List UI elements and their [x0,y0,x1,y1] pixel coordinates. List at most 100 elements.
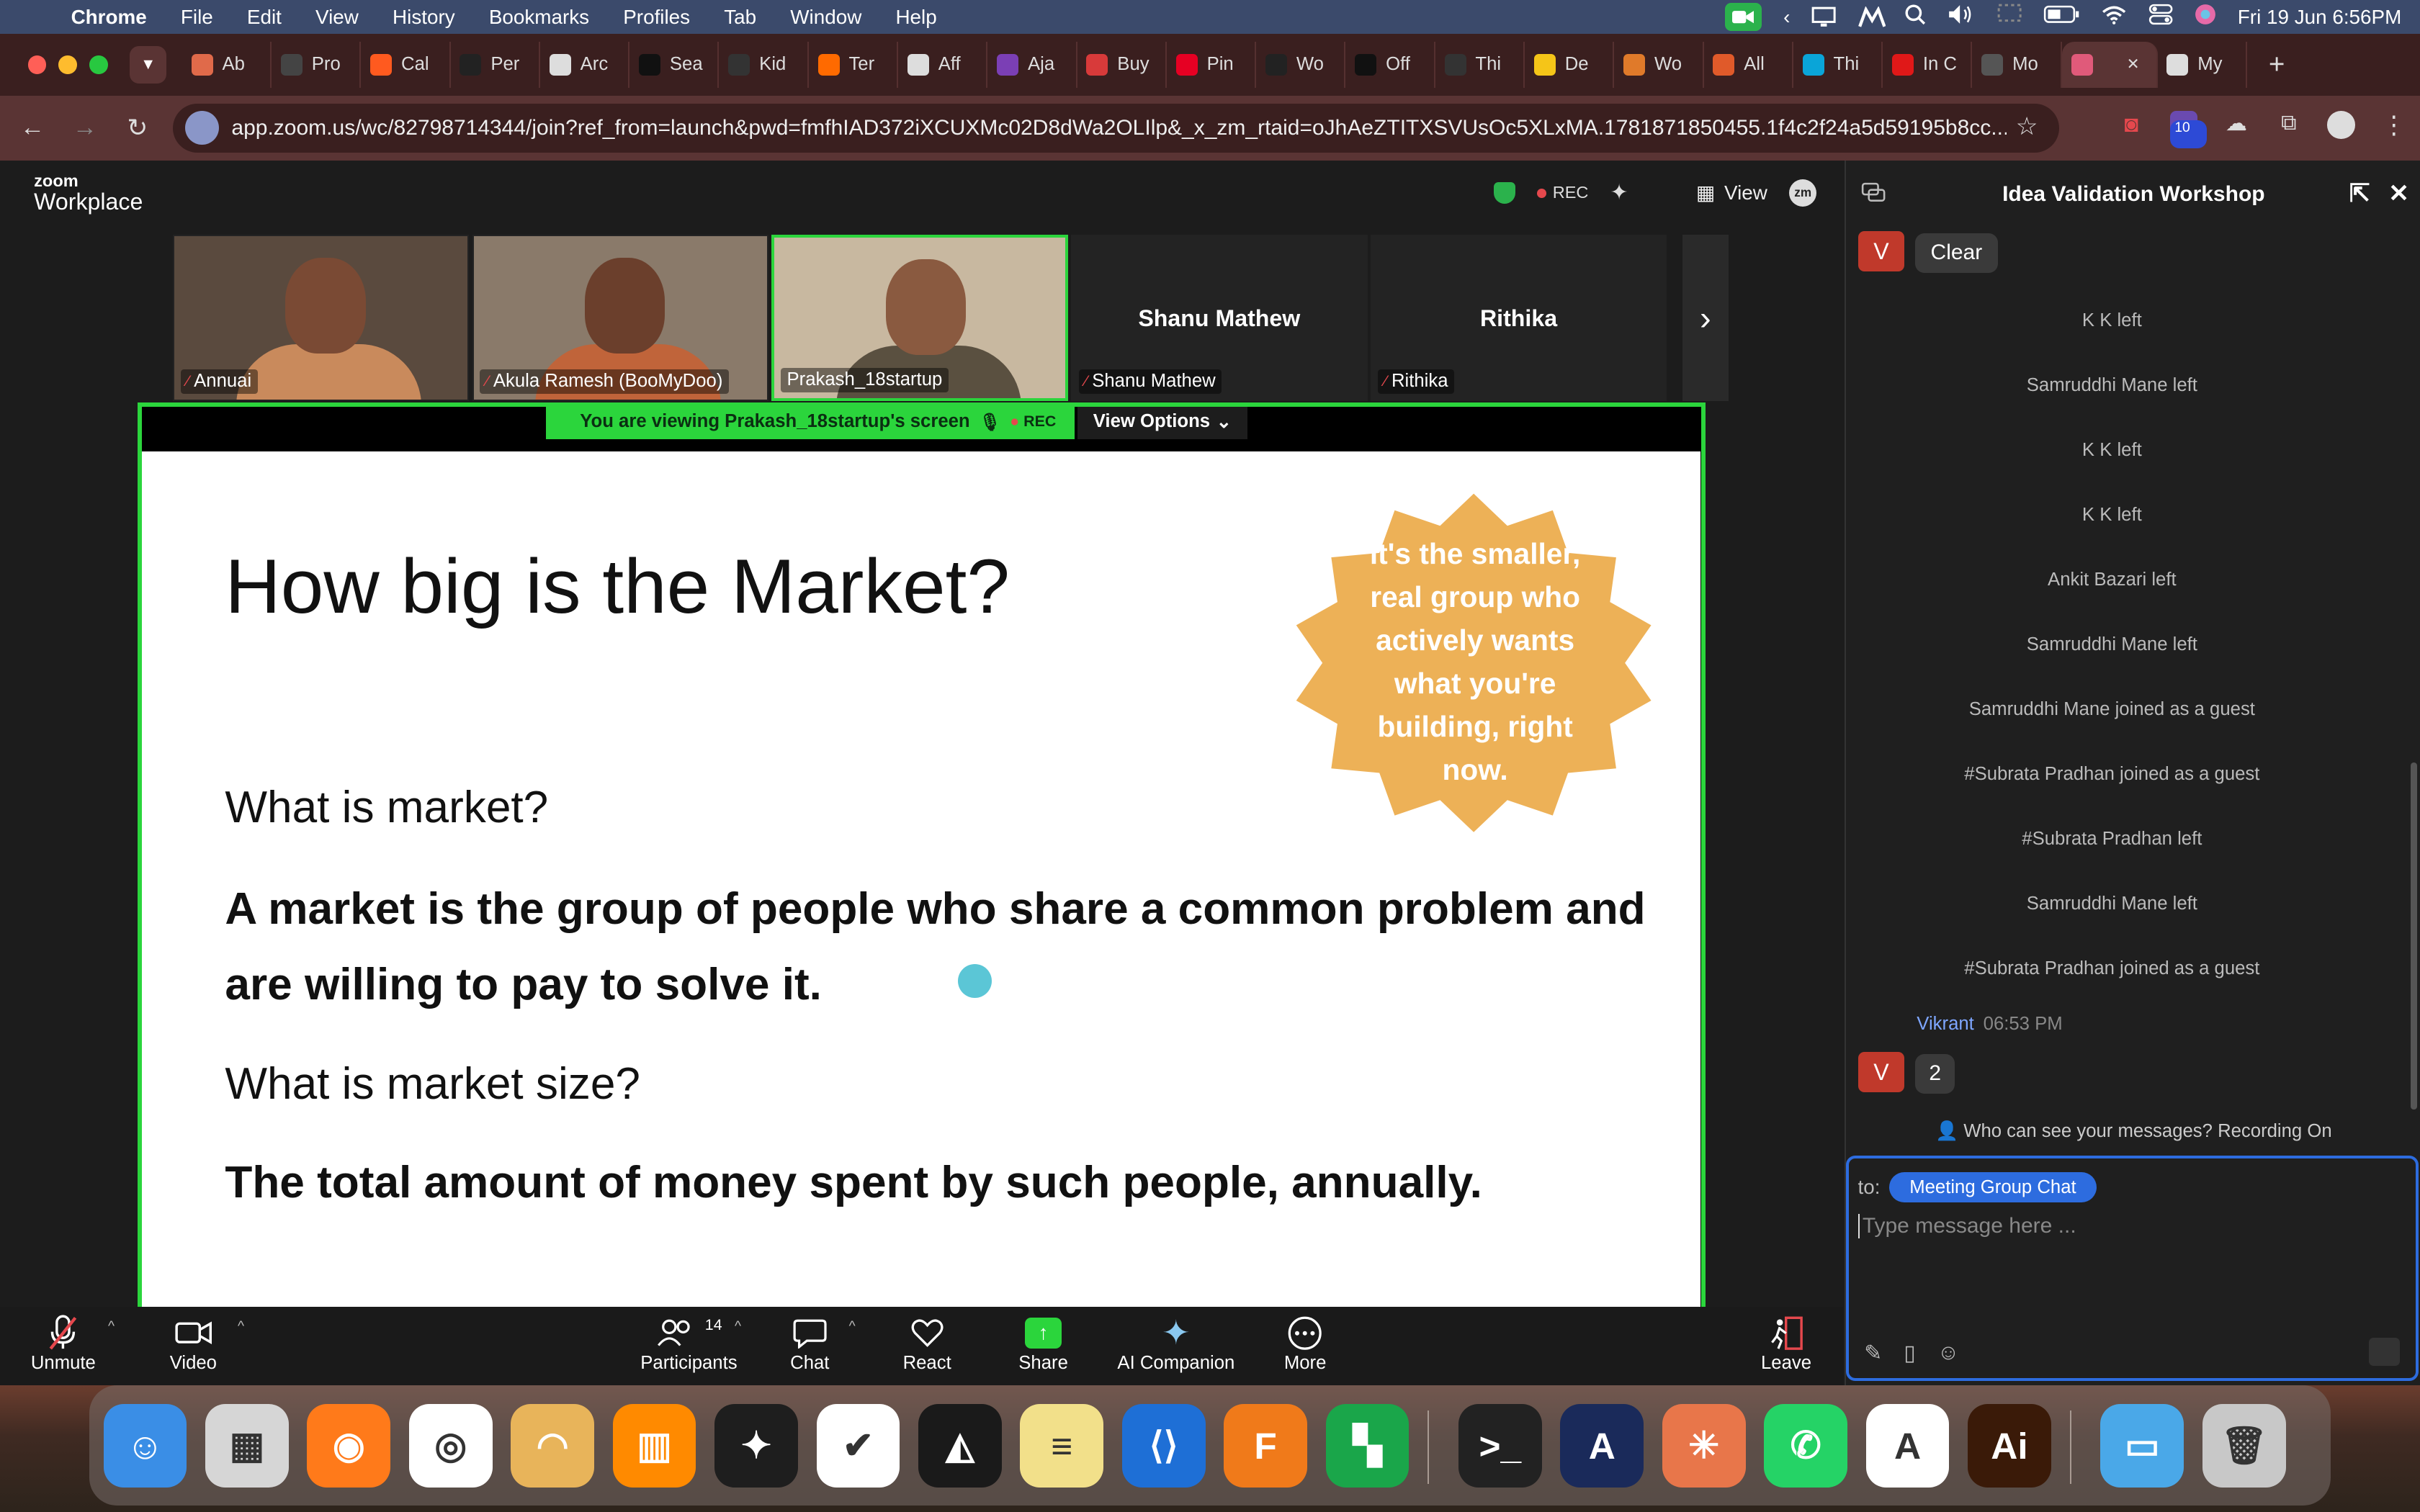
browser-tab[interactable]: Wo [1256,41,1346,89]
cloud-extension-icon[interactable]: ☁ [2223,111,2251,139]
browser-tab[interactable]: Buy [1077,41,1167,89]
close-icon[interactable]: ✕ [2388,179,2409,208]
menu-clock[interactable]: Fri 19 Jun 6:56PM [2238,6,2402,29]
dock-affinity-icon[interactable]: A [1560,1403,1644,1488]
battery-icon[interactable] [2043,5,2080,29]
file-icon[interactable]: ▯ [1904,1341,1916,1366]
chat-scrollbar[interactable] [2411,762,2417,1110]
browser-tab[interactable]: All [1704,41,1793,89]
encryption-shield-icon[interactable] [1494,181,1516,204]
browser-tab[interactable]: Mo [1972,41,2062,89]
dock-trash-icon[interactable]: 🗑 [2202,1403,2286,1488]
menu-edit[interactable]: Edit [247,6,282,29]
dock-books-icon[interactable]: ▥ [612,1403,696,1488]
close-window-button[interactable] [27,55,47,74]
dock-arc-icon[interactable]: ◠ [511,1403,594,1488]
menu-tab[interactable]: Tab [724,6,756,29]
browser-tab[interactable]: Aff [898,41,988,89]
browser-tab[interactable]: ✕ [2061,41,2158,89]
screen-mirror-icon[interactable] [1997,4,2022,30]
browser-tab[interactable]: Pin [1167,41,1257,89]
gallery-next-chevron-icon[interactable]: › [1682,234,1729,402]
recipient-selector[interactable]: Meeting Group Chat [1889,1172,2097,1203]
display-icon[interactable] [1811,6,1837,28]
url-text[interactable]: app.zoom.us/wc/82798714344/join?ref_from… [231,116,2006,140]
dock-tasks-icon[interactable]: ✔ [816,1403,900,1488]
send-icon[interactable] [2369,1338,2401,1366]
dock-fusion-icon[interactable]: F [1224,1403,1307,1488]
browser-tab[interactable]: Arc [540,41,630,89]
recording-indicator[interactable]: REC [1537,183,1588,202]
browser-tab[interactable]: Wo [1614,41,1704,89]
menu-history[interactable]: History [393,6,455,29]
dock-illustrator-icon[interactable]: Ai [1968,1403,2051,1488]
dock-perplexity-icon[interactable]: ◭ [918,1403,1002,1488]
dock-appstore-icon[interactable]: A [1865,1403,1950,1488]
browser-tab[interactable]: Ter [809,41,899,89]
wifi-icon[interactable] [2102,4,2126,30]
site-info-icon[interactable] [185,111,220,145]
back-arrow-icon[interactable]: ← [6,114,59,142]
participant-tile[interactable]: ⁄ Annuai [173,234,470,402]
view-options-button[interactable]: View Options ⌄ [1077,407,1247,440]
reload-icon[interactable]: ↻ [111,114,163,143]
dock-vscode-icon[interactable]: ⟨⟩ [1121,1403,1206,1488]
search-icon[interactable] [1904,4,1926,30]
participant-tile[interactable]: Prakash_18startup [771,234,1068,402]
zoom-window-button[interactable] [89,55,108,74]
browser-tab[interactable]: Kid [719,41,809,89]
pocket-icon[interactable]: ◙ [2118,111,2146,139]
dock-launchpad-icon[interactable]: ▦ [205,1403,289,1488]
browser-tab[interactable]: De [1525,41,1615,89]
browser-tab[interactable]: My [2158,41,2247,89]
format-icon[interactable]: ✎ [1864,1341,1882,1366]
browser-tab[interactable]: Aja [987,41,1077,89]
dock-firefox-icon[interactable]: ◉ [307,1403,391,1488]
browser-tab[interactable]: Off [1345,41,1435,89]
forward-arrow-icon[interactable]: → [58,114,111,142]
react-button[interactable]: React [903,1313,951,1374]
browser-tab[interactable]: In C [1883,41,1973,89]
view-button[interactable]: ▦ View [1696,181,1767,204]
malwarebytes-icon[interactable] [1857,5,1886,28]
browser-tab[interactable]: Thi [1793,41,1883,89]
dock-folder-icon[interactable]: ▭ [2100,1403,2184,1488]
who-can-see-notice[interactable]: 👤 Who can see your messages? Recording O… [1846,1120,2420,1142]
participant-tile[interactable]: Rithika ⁄ Rithika [1370,234,1667,402]
browser-tab[interactable]: Thi [1435,41,1525,89]
ai-companion-button[interactable]: ✦ AI Companion [1117,1313,1234,1374]
minimize-window-button[interactable] [58,55,78,74]
siri-icon[interactable] [2195,4,2216,30]
menu-app-name[interactable]: Chrome [71,6,147,29]
menu-bookmarks[interactable]: Bookmarks [489,6,589,29]
menu-file[interactable]: File [181,6,213,29]
dock-terminal-icon[interactable]: >_ [1458,1403,1542,1488]
menu-profiles[interactable]: Profiles [623,6,690,29]
dock-sheets-icon[interactable]: ▚ [1325,1403,1410,1488]
popout-icon[interactable]: ⇱ [2349,179,2370,208]
kebab-menu-icon[interactable]: ⋮ [2380,111,2408,139]
dock-chrome-icon[interactable]: ◎ [408,1403,493,1488]
participants-caret-icon[interactable]: ^ [735,1319,741,1335]
emoji-icon[interactable]: ☺ [1937,1341,1960,1366]
share-button[interactable]: ↑ Share [1018,1313,1068,1374]
browser-tab[interactable]: Pro [272,41,362,89]
profile-avatar[interactable] [2327,111,2356,139]
zm-app-icon[interactable]: zm [1788,179,1817,207]
chat-button[interactable]: Chat [790,1313,829,1374]
new-tab-plus-icon[interactable]: + [2269,49,2285,81]
tab-search-chevron-icon[interactable]: ▼ [129,46,167,84]
extension-badge-icon[interactable]: 10 [2169,111,2208,148]
browser-tab[interactable]: Ab [182,41,272,89]
dock-stickies-icon[interactable]: ≡ [1020,1403,1104,1488]
participant-tile[interactable]: ⁄ Akula Ramesh (BooMyDoo) [472,234,769,402]
message-input[interactable]: Type message here ... [1857,1214,2076,1239]
unmute-button[interactable]: Unmute [31,1313,96,1374]
menu-view[interactable]: View [315,6,359,29]
browser-tab[interactable]: Cal [361,41,451,89]
menu-help[interactable]: Help [895,6,936,29]
bookmark-star-icon[interactable]: ☆ [2016,112,2038,141]
ai-sparkle-icon[interactable]: ✦ [1610,180,1628,205]
volume-icon[interactable] [1948,4,1976,30]
puzzle-extensions-icon[interactable]: ⧉ [2275,111,2303,139]
